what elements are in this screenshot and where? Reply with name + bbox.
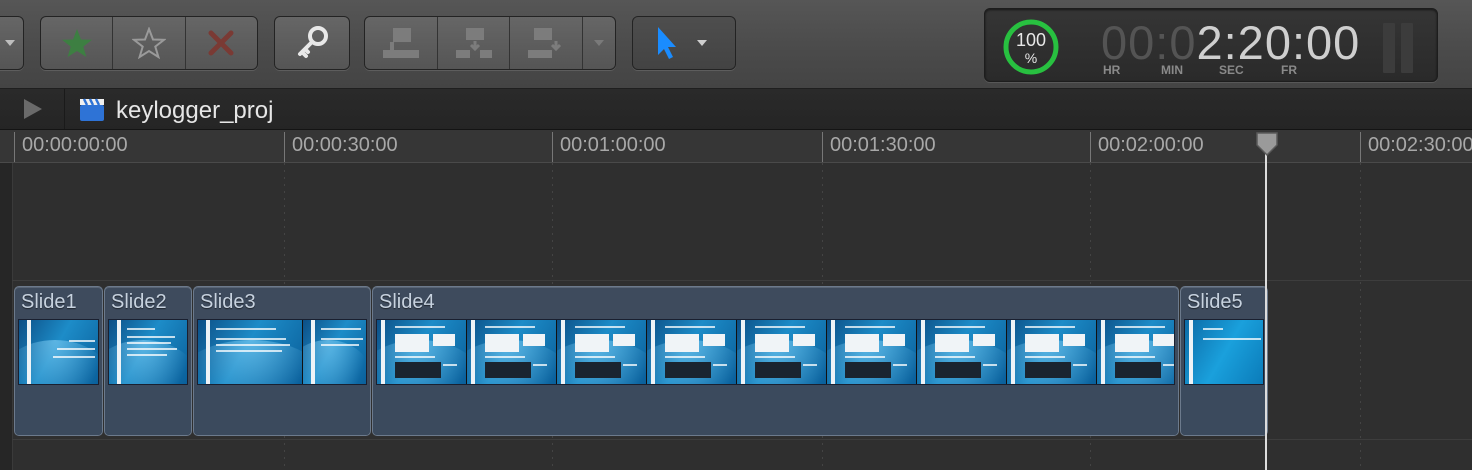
clip-audio-area — [1181, 385, 1267, 435]
keyword-button-group — [274, 16, 350, 70]
clip-thumbnail — [1185, 320, 1263, 384]
clip-thumbnail — [377, 320, 466, 384]
favorite-button[interactable] — [41, 17, 114, 69]
unrate-button[interactable] — [113, 17, 186, 69]
project-name: keylogger_proj — [116, 97, 274, 124]
clip-slide1[interactable]: Slide1 — [14, 286, 103, 436]
clip-title: Slide5 — [1187, 291, 1243, 313]
timeline-left-edge — [0, 163, 13, 470]
ruler-label: 00:01:30:00 — [830, 134, 936, 156]
timecode-unit-sec: SEC — [1219, 63, 1244, 77]
clip-slide2[interactable]: Slide2 — [104, 286, 192, 436]
timecode-unit-hr: HR — [1103, 63, 1121, 77]
clip-thumbnail — [1007, 320, 1096, 384]
ruler-label: 00:00:30:00 — [292, 134, 398, 156]
favorite-star-icon — [61, 29, 92, 57]
insert-clip-button[interactable] — [438, 17, 511, 69]
select-tool-button[interactable] — [633, 17, 735, 69]
ruler-tick — [822, 132, 823, 162]
clip-title: Slide2 — [111, 291, 167, 313]
ruler-label: 00:02:00:00 — [1098, 134, 1204, 156]
append-clip-icon — [528, 28, 562, 58]
clip-thumbnail — [917, 320, 1006, 384]
ruler-label: 00:01:00:00 — [560, 134, 666, 156]
clip-filmstrip — [197, 319, 367, 385]
clip-thumbnail — [737, 320, 826, 384]
track-divider — [12, 280, 1472, 281]
ruler-tick — [14, 132, 15, 162]
chevron-down-icon — [594, 40, 605, 46]
rating-button-group — [40, 16, 258, 70]
clip-filmstrip — [108, 319, 188, 385]
timecode-display[interactable]: 100 % 00:02:20:00 HR MIN SEC FR — [984, 8, 1438, 82]
partial-chevron-button[interactable] — [0, 17, 23, 69]
timecode-unit-fr: FR — [1281, 63, 1297, 77]
clip-thumbnail — [303, 320, 366, 384]
clip-title: Slide3 — [200, 291, 256, 313]
ruler-tick — [1090, 132, 1091, 162]
clip-slide4[interactable]: Slide4 — [372, 286, 1179, 436]
timecode-unit-min: MIN — [1161, 63, 1183, 77]
clip-audio-area — [373, 385, 1178, 435]
clip-filmstrip — [1184, 319, 1264, 385]
reject-x-icon — [208, 30, 234, 56]
clip-thumbnail — [19, 320, 98, 384]
edit-options-dropdown[interactable] — [583, 17, 615, 69]
clip-thumbnail — [467, 320, 556, 384]
playhead-line[interactable] — [1265, 148, 1267, 470]
arrow-cursor-icon — [658, 27, 676, 59]
project-bar-divider — [64, 89, 65, 129]
clip-filmstrip — [376, 319, 1175, 385]
key-icon — [298, 26, 328, 58]
play-triangle-icon[interactable] — [20, 97, 44, 121]
toolbar: 100 % 00:02:20:00 HR MIN SEC FR — [0, 0, 1472, 89]
audio-meter-icon — [1383, 23, 1423, 73]
render-percent: 100 — [1015, 30, 1047, 50]
playhead-handle-icon[interactable] — [1255, 131, 1279, 157]
left-edge-button-group[interactable] — [0, 16, 24, 70]
clip-thumbnail — [647, 320, 736, 384]
clapperboard-icon — [80, 98, 104, 121]
ruler-tick — [552, 132, 553, 162]
edit-button-group — [364, 16, 616, 70]
clip-thumbnail — [1097, 320, 1174, 384]
connect-clip-icon — [382, 28, 419, 58]
reject-button[interactable] — [186, 17, 257, 69]
clip-title: Slide1 — [21, 291, 77, 313]
connect-clip-button[interactable] — [365, 17, 438, 69]
clip-slide3[interactable]: Slide3 — [193, 286, 371, 436]
clip-thumbnail — [827, 320, 916, 384]
clip-audio-area — [194, 385, 370, 435]
timeline-ruler[interactable]: 00:00:00:00 00:00:30:00 00:01:00:00 00:0… — [0, 130, 1472, 163]
tool-select-group — [632, 16, 736, 70]
ruler-tick — [284, 132, 285, 162]
clip-thumbnail — [198, 320, 302, 384]
unrate-star-icon — [131, 27, 166, 59]
ruler-label: 00:02:30:00 — [1368, 134, 1472, 156]
clip-audio-area — [15, 385, 102, 435]
insert-clip-icon — [455, 28, 492, 58]
ruler-tick — [1360, 132, 1361, 162]
project-bar: keylogger_proj — [0, 89, 1472, 130]
chevron-down-icon — [5, 40, 15, 46]
append-clip-button[interactable] — [510, 17, 584, 69]
timecode-value: 00:02:20:00 — [1101, 15, 1360, 69]
track-divider — [12, 439, 1472, 440]
keyword-editor-button[interactable] — [275, 17, 349, 69]
clip-thumbnail — [109, 320, 187, 384]
chevron-down-icon — [697, 40, 707, 46]
render-percent-sign: % — [1024, 50, 1038, 66]
grid-line — [1360, 163, 1361, 470]
clip-thumbnail — [557, 320, 646, 384]
ruler-label: 00:00:00:00 — [22, 134, 128, 156]
timecode-lit-digits: 2:20:00 — [1196, 16, 1361, 69]
clip-audio-area — [105, 385, 191, 435]
timecode-dim-digits: 00:0 — [1101, 16, 1197, 69]
clip-filmstrip — [18, 319, 99, 385]
clip-title: Slide4 — [379, 291, 435, 313]
clip-slide5[interactable]: Slide5 — [1180, 286, 1268, 436]
